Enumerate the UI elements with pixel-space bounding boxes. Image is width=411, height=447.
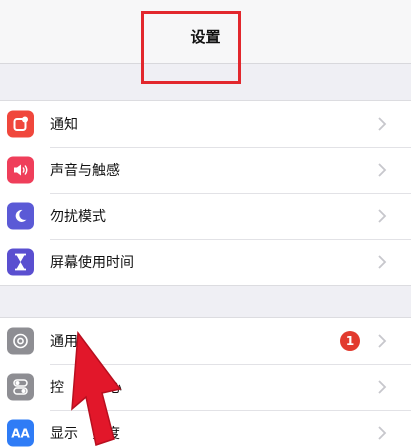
- chevron-right-icon: [378, 209, 387, 223]
- settings-row-label: 通知: [50, 117, 78, 133]
- settings-row-do-not-disturb[interactable]: 勿扰模式: [0, 193, 411, 239]
- title-highlight-box: [141, 11, 241, 84]
- chevron-right-icon: [378, 426, 387, 440]
- aa-icon: AA: [7, 419, 34, 447]
- settings-row-screen-time[interactable]: 屏幕使用时间: [0, 239, 411, 285]
- chevron-right-icon: [378, 255, 387, 269]
- settings-row-notifications[interactable]: 通知: [0, 101, 411, 147]
- aa-icon-text: AA: [11, 426, 30, 440]
- settings-row-sounds[interactable]: 声音与触感: [0, 147, 411, 193]
- chevron-right-icon: [378, 117, 387, 131]
- notification-badge: 1: [340, 331, 360, 351]
- chevron-right-icon: [378, 380, 387, 394]
- hourglass-icon: [7, 248, 34, 276]
- settings-row-label: 声音与触感: [50, 163, 120, 179]
- chevron-right-icon: [378, 334, 387, 348]
- notification-icon: [7, 110, 34, 138]
- toggle-icon: [7, 373, 34, 401]
- speaker-icon: [7, 156, 34, 184]
- gear-icon: [7, 327, 34, 355]
- chevron-right-icon: [378, 163, 387, 177]
- pointer-arrow-icon: [71, 330, 122, 446]
- settings-row-label: 屏幕使用时间: [50, 255, 134, 271]
- moon-icon: [7, 202, 34, 230]
- settings-row-label: 勿扰模式: [50, 209, 106, 225]
- settings-group-1: 通知 声音与触感 勿扰模式 屏幕使用时间: [0, 100, 411, 286]
